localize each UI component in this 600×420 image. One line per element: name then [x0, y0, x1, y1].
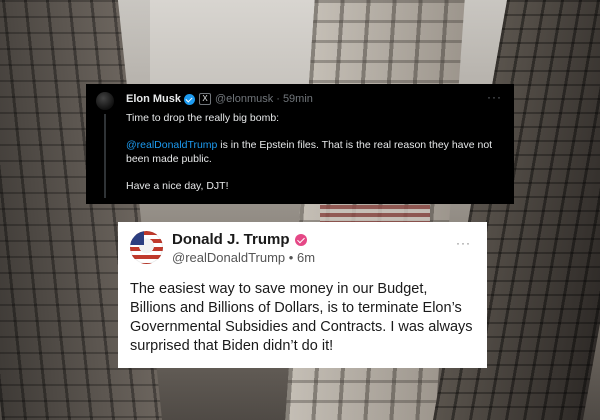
post-line: Have a nice day, DJT! — [126, 180, 229, 192]
author-name[interactable]: Donald J. Trump — [172, 231, 290, 248]
more-options-icon[interactable]: ··· — [487, 90, 502, 104]
x-post-body: Time to drop the really big bomb: @realD… — [126, 111, 500, 193]
post-time[interactable]: 6m — [297, 250, 315, 265]
author-handle[interactable]: @elonmusk — [215, 93, 273, 105]
author-name-row: Donald J. Trump — [172, 231, 307, 248]
x-post-header: Elon Musk X @elonmusk · 59min — [126, 93, 504, 105]
avatar[interactable] — [96, 92, 114, 110]
verified-badge-icon — [294, 233, 307, 246]
separator: • — [288, 250, 294, 265]
author-meta: @realDonaldTrump • 6m — [172, 250, 315, 265]
x-logo-badge-icon: X — [199, 93, 212, 105]
author-handle[interactable]: @realDonaldTrump — [172, 250, 285, 265]
post-time[interactable]: 59min — [283, 93, 313, 105]
x-post-card: Elon Musk X @elonmusk · 59min ··· Time t… — [86, 84, 514, 204]
separator: · — [276, 93, 280, 105]
truth-post-card: Donald J. Trump @realDonaldTrump • 6m ··… — [118, 222, 487, 368]
avatar[interactable] — [130, 231, 163, 264]
post-line: Time to drop the really big bomb: — [126, 112, 280, 124]
more-options-icon[interactable]: ··· — [456, 236, 471, 250]
post-line: @realDonaldTrump is in the Epstein files… — [126, 138, 500, 166]
author-name[interactable]: Elon Musk — [126, 93, 181, 105]
truth-post-body: The easiest way to save money in our Bud… — [130, 281, 473, 354]
mention-link[interactable]: @realDonaldTrump — [126, 139, 217, 151]
thread-line — [104, 114, 106, 198]
verified-badge-icon — [184, 93, 196, 105]
